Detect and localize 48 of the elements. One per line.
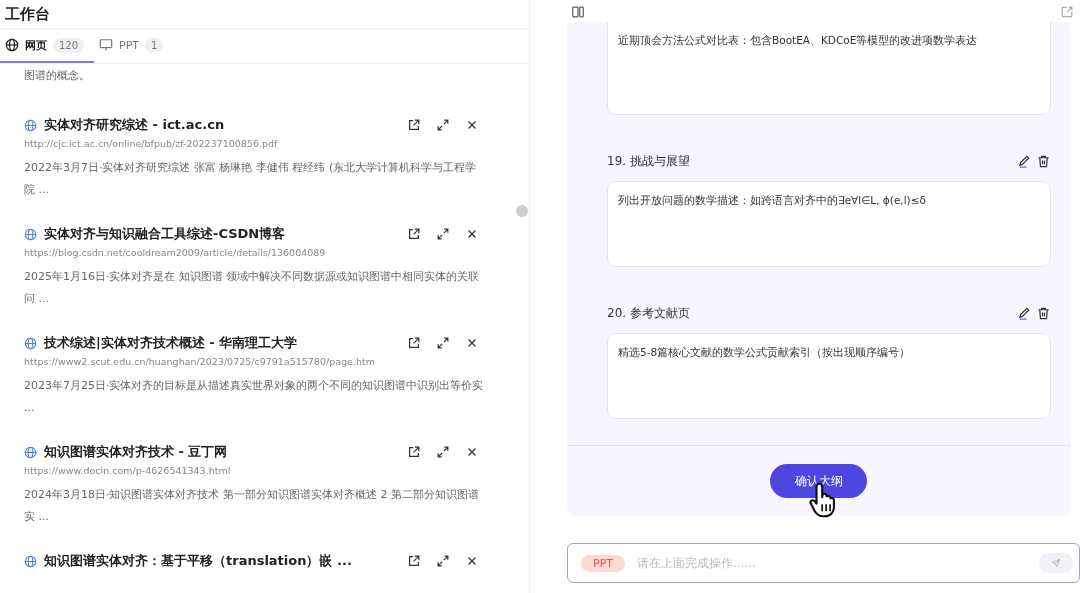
result-url: https://blog.csdn.net/cooldream2009/article/details/136004089: [24, 247, 327, 258]
share-icon[interactable]: [1060, 4, 1074, 19]
result-url: http://cjc.ict.ac.cn/online/bfpub/zf-202237100856.pdf: [24, 138, 279, 149]
globe-icon: [24, 336, 37, 350]
sidebar-toggle-icon[interactable]: [571, 4, 585, 19]
delete-icon[interactable]: [1036, 306, 1051, 322]
expand-icon[interactable]: [436, 118, 450, 132]
globe-icon: [5, 38, 19, 52]
section-text-field[interactable]: 近期顶会方法公式对比表：包含BootEA、KDCoE等模型的改进项数学表达: [607, 21, 1051, 115]
section-text-field[interactable]: 精选5-8篇核心文献的数学公式贡献索引（按出现顺序编号）: [607, 332, 1051, 419]
snippet-text: 图谱的概念。: [24, 68, 91, 84]
expand-icon[interactable]: [436, 445, 450, 459]
monitor-icon: [99, 38, 114, 52]
result-title-link[interactable]: 知识图谱实体对齐技术 - 豆丁网: [44, 443, 228, 461]
panel-title: 工作台: [5, 4, 50, 24]
result-url: https://www.docin.com/p-4626541343.html: [24, 465, 232, 476]
send-icon: [1051, 558, 1061, 569]
tab[interactable]: PPT 1: [94, 29, 174, 63]
snippet-text: 2025年1月16日·实体对齐是在 知识图谱 领域中解决不同数据源或知识图谱中相同实体的关联问 ...: [24, 269, 481, 307]
snippet-text: 2024年3月18日·知识图谱实体对齐技术 第一部分知识图谱实体对齐概述 2 第二部分知识图谱实 ...: [24, 487, 480, 525]
result-url: https://www2.scut.edu.cn/huanghan/2023/0725/c9791a515780/page.htm: [24, 356, 376, 367]
edit-icon[interactable]: [1017, 154, 1032, 170]
result-title-link[interactable]: 实体对齐研究综述 - ict.ac.cn: [44, 116, 225, 134]
result-title-link[interactable]: 技术综述|实体对齐技术概述 - 华南理工大学: [44, 334, 298, 352]
result-title-link[interactable]: 实体对齐与知识融合工具综述-CSDN博客: [44, 225, 286, 243]
globe-icon: [24, 445, 37, 459]
tag: PPT: [581, 554, 625, 572]
tab[interactable]: 网页 120: [0, 29, 95, 63]
globe-icon: [24, 554, 37, 568]
section-text-field[interactable]: 列出开放问题的数学描述：如跨语言对齐中的∃e∀l∈L, ϕ(e,l)≤δ: [607, 180, 1051, 267]
snippet-text: 2023年7月25日·实体对齐的目标是从描述真实世界对象的两个不同的知识图谱中识别出等价实 ...: [24, 378, 484, 416]
external-link-icon[interactable]: [407, 445, 421, 459]
expand-icon[interactable]: [436, 227, 450, 241]
globe-icon: [24, 227, 37, 241]
edit-icon[interactable]: [1017, 306, 1032, 322]
snippet-text: 2022年3月7日·实体对齐研究综述 张富 杨琳艳 李健伟 程经纬 (东北大学计算机科学与工程学院 ...: [24, 160, 478, 198]
expand-icon[interactable]: [436, 336, 450, 350]
expand-icon[interactable]: [436, 554, 450, 568]
scrollbar-thumb[interactable]: [516, 205, 528, 217]
external-link-icon[interactable]: [407, 227, 421, 241]
external-link-icon[interactable]: [407, 554, 421, 568]
external-link-icon[interactable]: [407, 336, 421, 350]
external-link-icon[interactable]: [407, 118, 421, 132]
globe-icon: [24, 118, 37, 132]
section-title: 19. 挑战与展望: [607, 153, 690, 171]
section-title: 20. 参考文献页: [607, 305, 690, 323]
delete-icon[interactable]: [1036, 154, 1051, 170]
result-title-link[interactable]: 知识图谱实体对齐：基于平移（translation）嵌 ...: [44, 552, 352, 570]
